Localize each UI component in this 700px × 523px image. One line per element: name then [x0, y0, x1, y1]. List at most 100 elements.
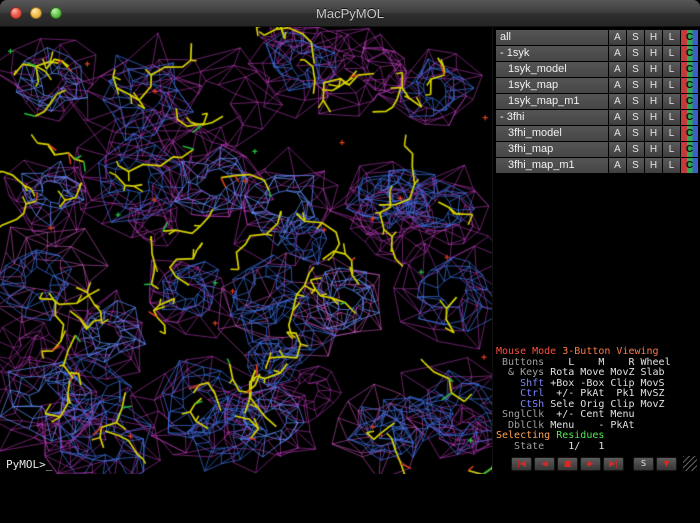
object-name[interactable]: 3fhi_model [496, 126, 608, 141]
traffic-lights [10, 0, 62, 26]
command-prompt[interactable]: PyMOL>_ [6, 458, 52, 471]
action-button-s[interactable]: S [627, 110, 644, 125]
action-button-h[interactable]: H [645, 62, 662, 77]
mouse-panel-text: Rota Move MovZ Slab [544, 367, 664, 378]
action-button-a[interactable]: A [609, 62, 626, 77]
frame-menu-button[interactable]: ▼ [656, 457, 677, 471]
action-button-l[interactable]: L [663, 126, 680, 141]
action-button-l[interactable]: L [663, 30, 680, 45]
action-button-s[interactable]: S [627, 142, 644, 157]
rewind-button[interactable]: |◀ [511, 457, 532, 471]
action-button-s[interactable]: S [627, 126, 644, 141]
mouse-panel-text: 3-Button Viewing [562, 346, 658, 357]
zoom-button[interactable] [50, 7, 62, 19]
object-name[interactable]: 1syk_map [496, 78, 608, 93]
state-line[interactable]: State 1/ 1 [496, 442, 698, 453]
action-button-h[interactable]: H [645, 126, 662, 141]
action-button-a[interactable]: A [609, 126, 626, 141]
titlebar[interactable]: MacPyMOL [0, 0, 700, 27]
mouse-panel-text: & Keys [496, 367, 544, 378]
object-name[interactable]: all [496, 30, 608, 45]
action-button-h[interactable]: H [645, 158, 662, 173]
object-list: allASHLC- 1sykASHLC1syk_modelASHLC1syk_m… [496, 30, 698, 174]
action-button-a[interactable]: A [609, 158, 626, 173]
action-button-a[interactable]: A [609, 110, 626, 125]
action-button-l[interactable]: L [663, 110, 680, 125]
action-button-h[interactable]: H [645, 46, 662, 61]
action-button-l[interactable]: L [663, 78, 680, 93]
minimize-button[interactable] [30, 7, 42, 19]
action-button-a[interactable]: A [609, 94, 626, 109]
mouse-panel-text: CtSh [496, 399, 544, 410]
action-button-a[interactable]: A [609, 78, 626, 93]
mouse-panel-text: L M R Wheel [544, 357, 670, 368]
action-button-l[interactable]: L [663, 46, 680, 61]
action-button-h[interactable]: H [645, 142, 662, 157]
resize-grip[interactable] [683, 456, 697, 471]
step-forward-button[interactable]: ▶| [603, 457, 624, 471]
object-name[interactable]: 1syk_map_m1 [496, 94, 608, 109]
mouse-panel-text: Mouse Mode [496, 346, 562, 357]
object-row: 1syk_map_m1ASHLC [496, 94, 698, 109]
step-back-button[interactable]: ◀ [534, 457, 555, 471]
mouse-panel-text: SnglClk [496, 409, 544, 420]
action-button-a[interactable]: A [609, 46, 626, 61]
mouse-panel-text: +/- Cent Menu [544, 409, 634, 420]
panel-spacer [496, 174, 698, 347]
movie-controls: |◀◀■▶▶| S▼ [496, 455, 698, 472]
action-button-h[interactable]: H [645, 30, 662, 45]
action-button-l[interactable]: L [663, 62, 680, 77]
action-button-s[interactable]: S [627, 78, 644, 93]
window-title: MacPyMOL [316, 6, 384, 21]
object-row: 3fhi_map_m1ASHLC [496, 158, 698, 173]
mouse-panel-text: +/- PkAt Pk1 MvSZ [544, 388, 664, 399]
action-button-h[interactable]: H [645, 110, 662, 125]
object-row: - 1sykASHLC [496, 46, 698, 61]
object-row: - 3fhiASHLC [496, 110, 698, 125]
close-button[interactable] [10, 7, 22, 19]
object-name[interactable]: - 3fhi [496, 110, 608, 125]
stop-button[interactable]: ■ [557, 457, 578, 471]
viewport-3d: PyMOL>_ [0, 27, 492, 474]
action-button-h[interactable]: H [645, 78, 662, 93]
object-row: 3fhi_mapASHLC [496, 142, 698, 157]
mouse-panel-text: Shft [496, 378, 544, 389]
object-name[interactable]: 1syk_model [496, 62, 608, 77]
scene-button[interactable]: S [633, 457, 654, 471]
action-button-s[interactable]: S [627, 30, 644, 45]
action-button-l[interactable]: L [663, 142, 680, 157]
mouse-panel-text: +Box -Box Clip MovS [544, 378, 664, 389]
action-button-a[interactable]: A [609, 30, 626, 45]
macpymol-window: MacPyMOL PyMOL>_ allASHLC- 1sykASHLC1syk… [0, 0, 700, 474]
mouse-panel-text: Buttons [496, 357, 544, 368]
action-button-c[interactable]: C [681, 78, 698, 93]
play-button[interactable]: ▶ [580, 457, 601, 471]
action-button-c[interactable]: C [681, 94, 698, 109]
action-button-c[interactable]: C [681, 62, 698, 77]
object-name[interactable]: - 1syk [496, 46, 608, 61]
action-button-a[interactable]: A [609, 142, 626, 157]
action-button-c[interactable]: C [681, 110, 698, 125]
object-name[interactable]: 3fhi_map [496, 142, 608, 157]
action-button-s[interactable]: S [627, 158, 644, 173]
action-button-c[interactable]: C [681, 46, 698, 61]
action-button-c[interactable]: C [681, 30, 698, 45]
action-button-s[interactable]: S [627, 94, 644, 109]
prompt-label: PyMOL> [6, 458, 46, 471]
mouse-panel-text: State [496, 441, 544, 452]
control-panel: allASHLC- 1sykASHLC1syk_modelASHLC1syk_m… [492, 27, 700, 474]
action-button-c[interactable]: C [681, 142, 698, 157]
object-name[interactable]: 3fhi_map_m1 [496, 158, 608, 173]
action-button-h[interactable]: H [645, 94, 662, 109]
action-button-s[interactable]: S [627, 62, 644, 77]
molecular-viewport-canvas[interactable] [0, 27, 492, 474]
action-button-l[interactable]: L [663, 158, 680, 173]
action-button-l[interactable]: L [663, 94, 680, 109]
object-row: 1syk_modelASHLC [496, 62, 698, 77]
object-row: allASHLC [496, 30, 698, 45]
prompt-cursor: _ [46, 458, 53, 471]
action-button-c[interactable]: C [681, 126, 698, 141]
action-button-s[interactable]: S [627, 46, 644, 61]
mouse-panel-text: Menu - PkAt [544, 420, 634, 431]
action-button-c[interactable]: C [681, 158, 698, 173]
